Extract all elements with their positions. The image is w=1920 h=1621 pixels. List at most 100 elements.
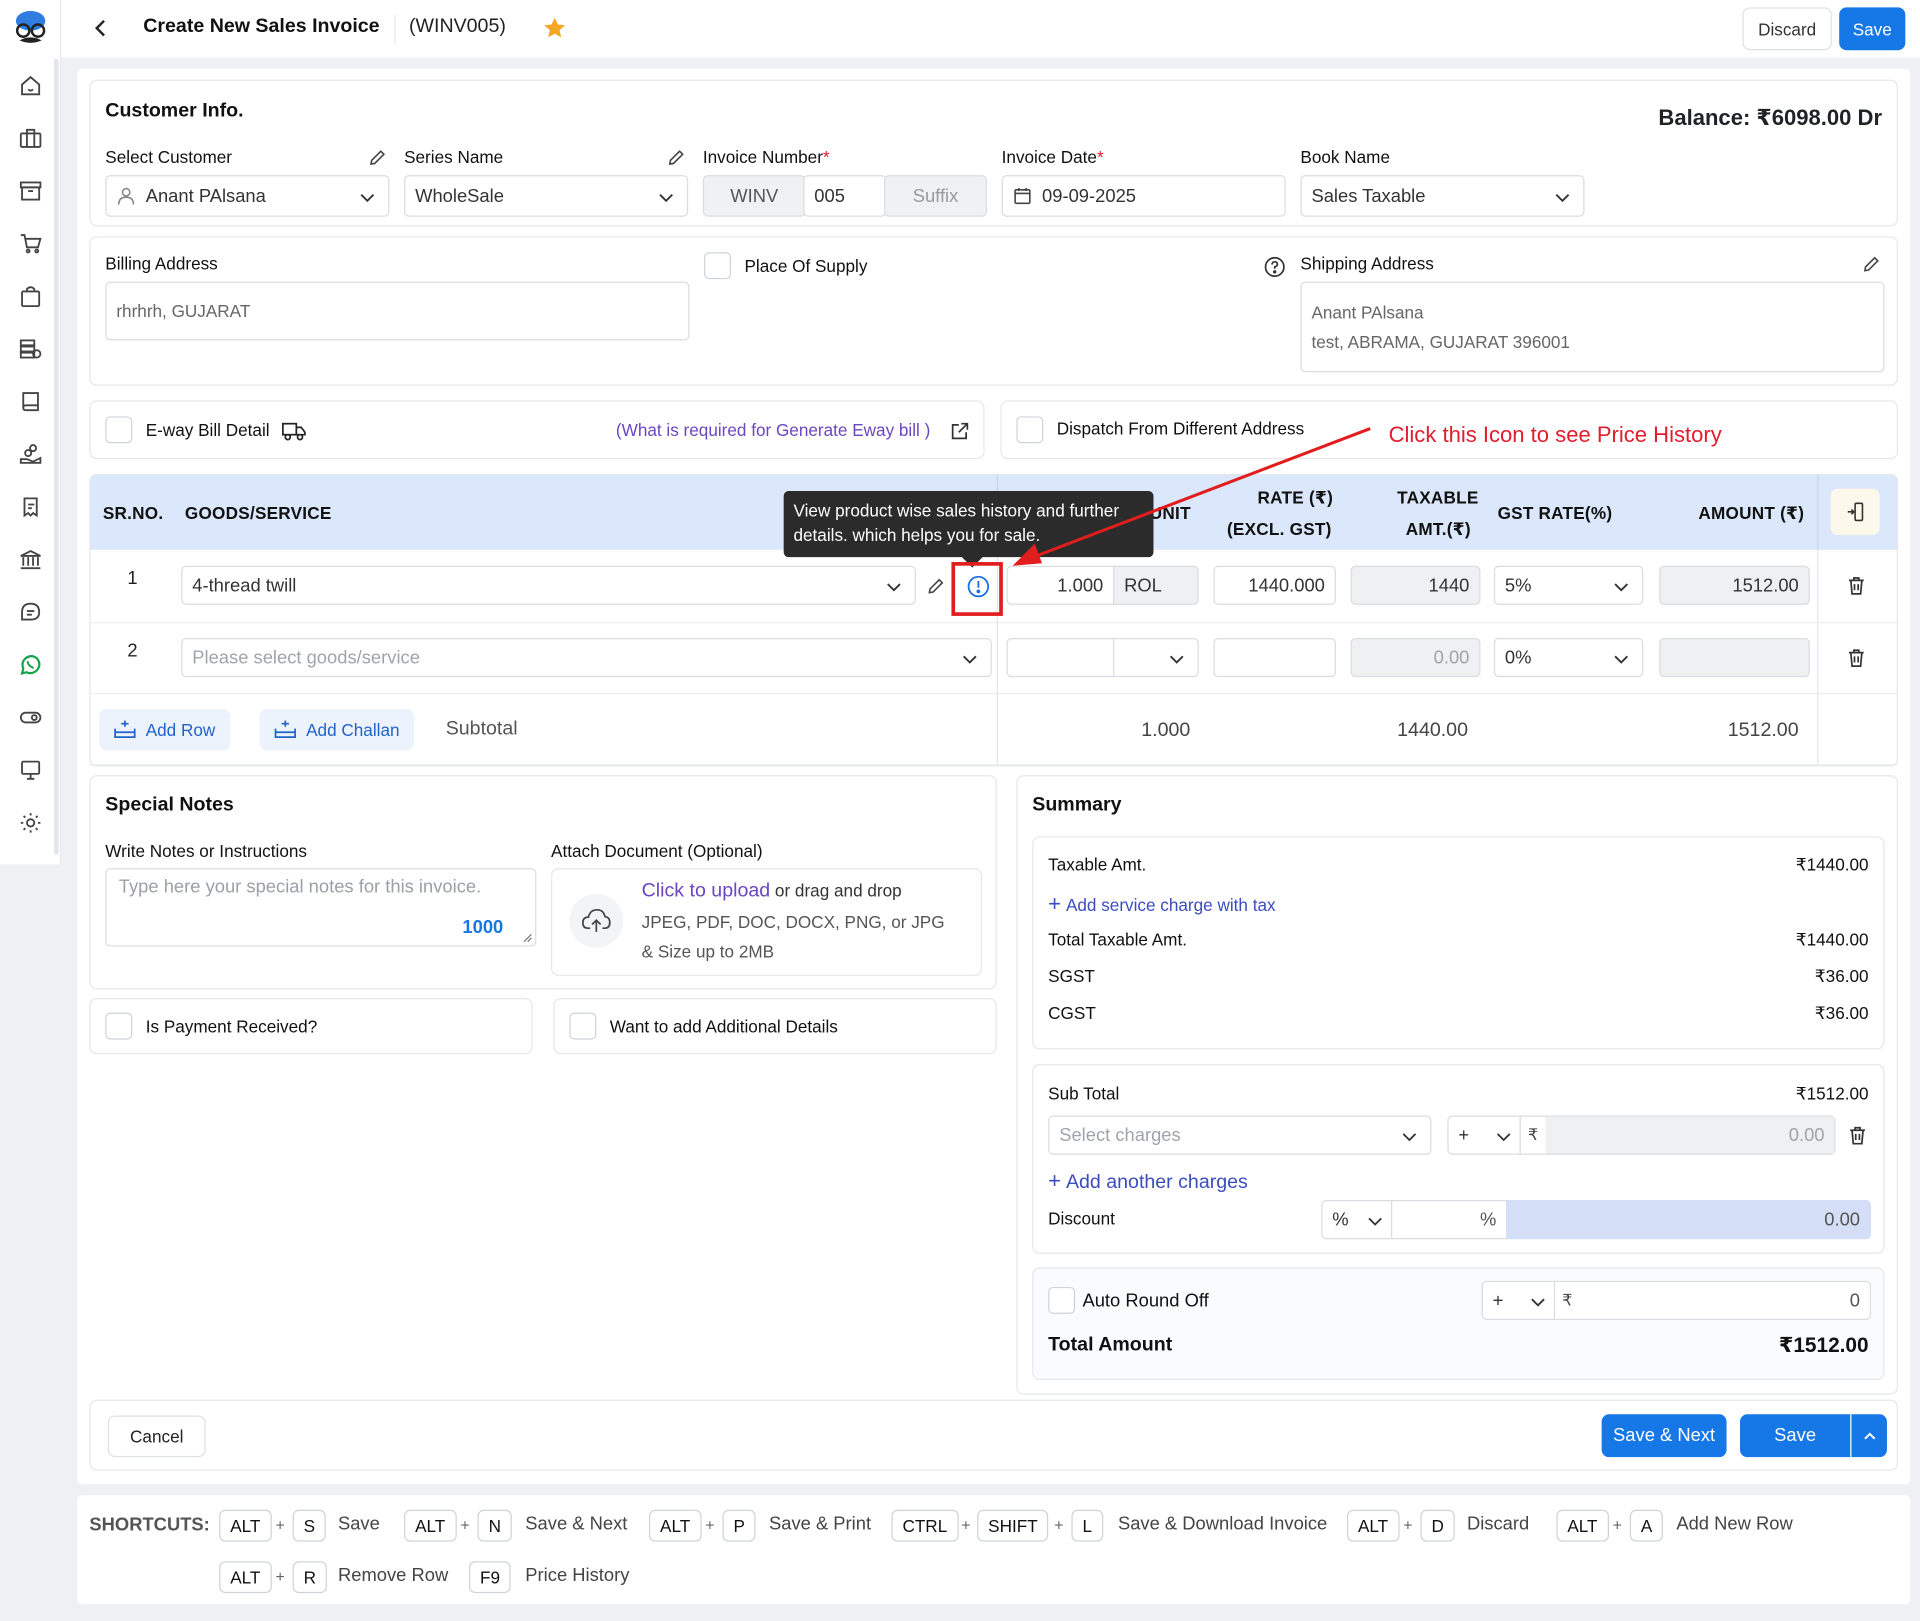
database-icon[interactable] — [0, 322, 61, 375]
auto-round-off-checkbox[interactable] — [1048, 1286, 1076, 1314]
payment-received-section: Is Payment Received? — [89, 997, 533, 1055]
chat-icon[interactable] — [0, 585, 61, 638]
home-icon[interactable] — [0, 59, 61, 112]
discount-percent-field[interactable]: % — [1391, 1200, 1508, 1240]
discard-button[interactable]: Discard — [1742, 7, 1832, 51]
charge-amount-field[interactable]: ₹ 0.00 — [1519, 1115, 1836, 1155]
quantity-field[interactable] — [1006, 637, 1115, 678]
shortcut-key: ALT — [1556, 1509, 1609, 1542]
calendar-icon — [1014, 187, 1031, 205]
add-another-charges-link[interactable]: + Add another charges — [1048, 1168, 1248, 1194]
save-options-button[interactable] — [1851, 1414, 1887, 1458]
annotation-highlight-box — [951, 562, 1003, 616]
series-select[interactable]: WholeSale — [404, 175, 689, 217]
add-row-label: Add Row — [145, 720, 216, 740]
shortcut-key: F9 — [468, 1561, 512, 1594]
row-number: 2 — [127, 640, 138, 662]
select-charges-dropdown[interactable]: Select charges — [1048, 1115, 1432, 1155]
chevron-down-icon — [887, 583, 901, 592]
column-settings-button[interactable] — [1830, 488, 1880, 536]
rate-field[interactable] — [1213, 637, 1336, 678]
external-link-icon[interactable] — [950, 421, 970, 441]
notes-placeholder: Type here your special notes for this in… — [118, 876, 482, 898]
chevron-down-icon — [1368, 1217, 1382, 1226]
shortcut-key: A — [1629, 1509, 1664, 1542]
edit-shipping-icon[interactable] — [1861, 255, 1881, 275]
add-row-button[interactable]: Add Row — [99, 708, 230, 751]
chevron-down-icon — [1402, 1133, 1417, 1142]
invoice-suffix-field[interactable]: Suffix — [884, 175, 987, 217]
col-divider-right — [1817, 473, 1819, 550]
invoice-date-field[interactable]: 09-09-2025 — [1001, 175, 1286, 217]
delete-charge-icon[interactable] — [1847, 1124, 1869, 1146]
address-section: Billing Address rhrhrh, GUJARAT Place Of… — [89, 236, 1898, 386]
receipt-return-icon[interactable] — [0, 480, 61, 533]
chevron-down-icon — [1169, 655, 1184, 664]
whatsapp-icon[interactable] — [0, 638, 61, 691]
cancel-button[interactable]: Cancel — [107, 1415, 206, 1458]
payment-received-checkbox[interactable] — [105, 1012, 133, 1040]
resize-handle-icon[interactable] — [523, 933, 533, 943]
sidebar-scrollbar[interactable] — [53, 58, 59, 855]
top-bar: Create New Sales Invoice (WINV005) Disca… — [61, 0, 1920, 58]
app-logo-icon[interactable] — [9, 7, 51, 49]
discount-type-select[interactable]: % — [1321, 1200, 1393, 1240]
monitor-icon[interactable] — [0, 743, 61, 796]
shortcut-key: ALT — [219, 1509, 272, 1542]
delete-row-icon[interactable] — [1845, 647, 1867, 669]
save-button-bottom[interactable]: Save — [1740, 1414, 1851, 1458]
click-to-upload-link[interactable]: Click to upload — [642, 880, 771, 901]
goods-select[interactable]: Please select goods/service — [181, 637, 992, 678]
edit-item-icon[interactable] — [926, 577, 946, 597]
upload-dropzone[interactable]: Click to upload or drag and drop JPEG, P… — [551, 868, 983, 976]
billing-address-field[interactable]: rhrhrh, GUJARAT — [105, 281, 690, 341]
book-icon[interactable] — [0, 375, 61, 428]
notes-textarea[interactable]: Type here your special notes for this in… — [105, 868, 537, 947]
round-sign-select[interactable]: + — [1481, 1280, 1556, 1321]
discount-amount-field[interactable]: 0.00 — [1506, 1200, 1872, 1240]
eway-bill-checkbox[interactable] — [105, 416, 133, 444]
shortcut-key: N — [477, 1509, 512, 1542]
save-button[interactable]: Save — [1839, 7, 1906, 51]
goods-select[interactable]: 4-thread twill — [181, 565, 916, 605]
archive-icon[interactable] — [0, 164, 61, 217]
gst-rate-select[interactable]: 0% — [1493, 637, 1644, 678]
invoice-number-field[interactable]: 005 — [803, 175, 887, 217]
sgst-value: ₹36.00 — [1814, 966, 1869, 986]
edit-customer-icon[interactable] — [367, 148, 387, 168]
briefcase-icon[interactable] — [0, 111, 61, 164]
add-service-charge-link[interactable]: + Add service charge with tax — [1048, 891, 1275, 917]
save-and-next-button[interactable]: Save & Next — [1601, 1414, 1727, 1458]
gst-rate-select[interactable]: 5% — [1493, 565, 1644, 605]
invoice-prefix-field[interactable]: WINV — [702, 175, 806, 217]
place-of-supply-checkbox[interactable] — [704, 252, 732, 280]
customer-info-section: Customer Info. Balance: ₹6098.00 Dr Sele… — [89, 79, 1898, 227]
settings-icon[interactable] — [0, 796, 61, 849]
unit-select[interactable] — [1113, 637, 1199, 678]
book-name-select[interactable]: Sales Taxable — [1300, 175, 1585, 217]
row-number: 1 — [127, 568, 138, 589]
discount-type-value: % — [1332, 1209, 1349, 1231]
select-customer-label: Select Customer — [105, 146, 233, 167]
taxable-amount-label: Taxable Amt. — [1048, 854, 1147, 875]
delete-row-icon[interactable] — [1845, 574, 1867, 596]
edit-series-icon[interactable] — [666, 148, 686, 168]
star-icon[interactable] — [542, 16, 566, 40]
round-off-field[interactable]: ₹ 0 — [1553, 1280, 1872, 1321]
eway-requirements-link[interactable]: (What is required for Generate Eway bill… — [616, 420, 930, 440]
rupee-prefix: ₹ — [1528, 1125, 1539, 1144]
shipping-address-field[interactable]: Anant PAlsana test, ABRAMA, GUJARAT 3960… — [1300, 281, 1885, 373]
shopping-bag-icon[interactable] — [0, 269, 61, 322]
customer-select[interactable]: Anant PAlsana — [105, 175, 390, 217]
cart-icon[interactable] — [0, 217, 61, 270]
bank-icon[interactable] — [0, 533, 61, 586]
charge-sign-select[interactable]: + — [1447, 1115, 1521, 1155]
help-icon[interactable] — [1264, 256, 1286, 278]
round-sign-value: + — [1492, 1290, 1504, 1311]
hand-coins-icon[interactable] — [0, 427, 61, 480]
back-arrow-icon[interactable] — [88, 16, 112, 40]
toggle-icon[interactable] — [0, 691, 61, 744]
chevron-down-icon — [1555, 194, 1570, 203]
add-challan-button[interactable]: Add Challan — [259, 708, 415, 751]
additional-details-checkbox[interactable] — [569, 1012, 597, 1040]
